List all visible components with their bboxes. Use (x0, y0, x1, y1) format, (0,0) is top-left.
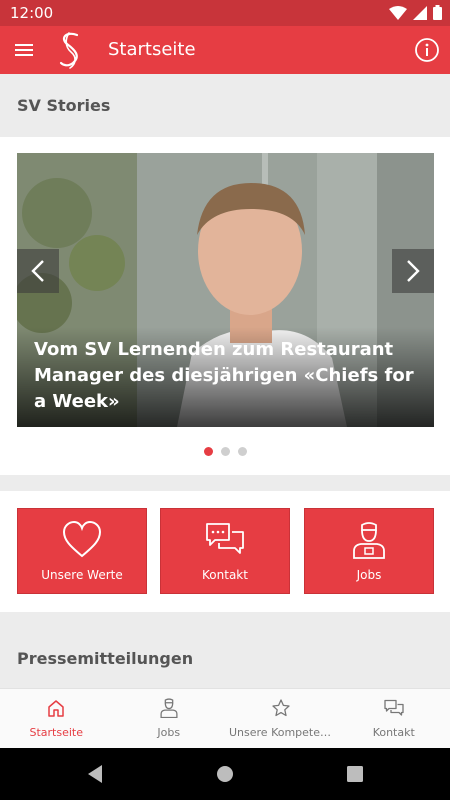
nav-item-kontakt[interactable]: Kontakt (338, 689, 450, 749)
battery-icon (433, 5, 442, 20)
nav-label: Unsere Kompeten… (229, 726, 338, 739)
sv-logo-icon (59, 32, 79, 69)
tile-kontakt[interactable]: Kontakt (160, 508, 290, 594)
nav-item-startseite[interactable]: Startseite (0, 689, 113, 749)
carousel-dot[interactable] (220, 447, 230, 456)
nav-item-unsere-kompetenzen[interactable]: Unsere Kompeten… (225, 689, 338, 749)
chat-bubbles-icon (384, 699, 404, 716)
quick-links: Unsere Werte Kontakt Jobs (0, 491, 450, 612)
system-navigation-bar (0, 748, 450, 800)
carousel-dot[interactable] (203, 447, 213, 456)
home-button-icon[interactable] (216, 764, 234, 784)
section-header-stories: SV Stories (17, 96, 111, 115)
chevron-right-icon (407, 260, 420, 282)
tile-unsere-werte[interactable]: Unsere Werte (17, 508, 147, 594)
bottom-navigation: Startseite Jobs Unsere Kompeten… Kontakt (0, 688, 450, 748)
status-bar: 12:00 (0, 0, 450, 26)
tile-label: Jobs (356, 568, 382, 582)
tile-label: Unsere Werte (41, 568, 123, 582)
signal-icon (413, 5, 427, 20)
status-time: 12:00 (10, 4, 54, 22)
section-header-press: Pressemitteilungen (17, 649, 194, 668)
tile-jobs[interactable]: Jobs (304, 508, 434, 594)
nav-label: Kontakt (372, 726, 415, 739)
nav-label: Startseite (29, 726, 83, 739)
back-icon[interactable] (86, 764, 104, 784)
nav-item-jobs[interactable]: Jobs (113, 689, 226, 749)
worker-icon (160, 698, 178, 718)
tile-label: Kontakt (202, 568, 248, 582)
chevron-left-icon (31, 260, 44, 282)
carousel-indicator (0, 447, 450, 456)
story-title[interactable]: Vom SV Lernenden zum Restaurant Manager … (34, 337, 414, 415)
worker-icon (353, 522, 385, 559)
status-icons (389, 5, 442, 20)
previous-slide-button[interactable] (17, 249, 59, 293)
nav-label: Jobs (157, 726, 181, 739)
chat-bubbles-icon (206, 523, 244, 554)
info-icon[interactable] (414, 37, 440, 63)
recents-icon[interactable] (346, 764, 364, 784)
app-bar: Startseite (0, 26, 450, 74)
story-slide[interactable]: Vom SV Lernenden zum Restaurant Manager … (17, 153, 434, 427)
wifi-icon (389, 5, 407, 20)
home-icon (48, 700, 64, 717)
page-title: Startseite (108, 39, 196, 60)
carousel-dot[interactable] (237, 447, 247, 456)
heart-icon (62, 521, 102, 558)
menu-icon[interactable] (12, 38, 36, 62)
next-slide-button[interactable] (392, 249, 434, 293)
stories-card: Vom SV Lernenden zum Restaurant Manager … (0, 137, 450, 475)
star-icon (272, 699, 290, 717)
